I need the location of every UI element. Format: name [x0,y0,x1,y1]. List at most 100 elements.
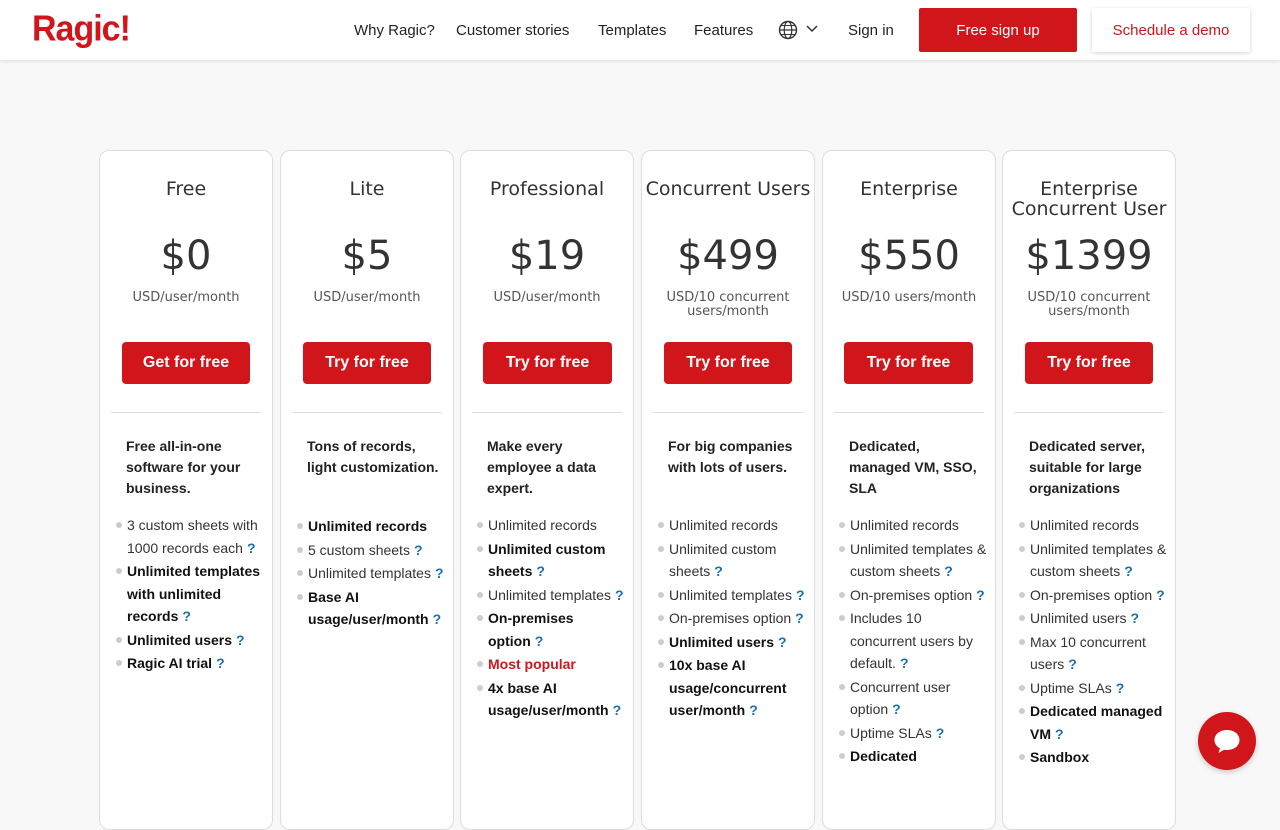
try-for-free-button[interactable]: Try for free [844,342,973,384]
chat-bubble-icon [1214,730,1240,753]
help-question-icon[interactable]: ? [944,563,953,579]
feature-list: Unlimited records Unlimited custom sheets… [477,514,629,723]
feature-text: Unlimited templates [488,586,611,603]
feature-item: Sandbox [1019,746,1171,769]
feature-text: On-premises option [488,610,574,649]
top-navbar: Ragic! Why Ragic? Customer stories Templ… [0,0,1280,60]
help-question-icon[interactable]: ? [247,540,256,556]
free-signup-button[interactable]: Free sign up [919,8,1077,52]
feature-item: Unlimited records [658,514,810,537]
feature-text: Unlimited templates with unlimited recor… [127,563,261,624]
help-question-icon[interactable]: ? [613,702,622,718]
nav-templates[interactable]: Templates [598,0,666,60]
help-question-icon[interactable]: ? [1130,610,1139,626]
feature-list: Unlimited records Unlimited templates & c… [839,514,991,769]
help-question-icon[interactable]: ? [796,587,805,603]
help-question-icon[interactable]: ? [936,725,945,741]
try-for-free-button[interactable]: Try for free [1025,342,1153,384]
help-question-icon[interactable]: ? [1124,563,1133,579]
feature-item: Unlimited records [839,514,991,537]
plan-unit: USD/user/month [493,290,601,305]
feature-item: Dedicated managed VM? [1019,700,1171,745]
feature-text: Unlimited users [127,631,233,648]
feature-item: Unlimited templates & custom sheets? [1019,538,1171,583]
help-question-icon[interactable]: ? [778,634,787,650]
chat-button[interactable] [1198,712,1256,770]
try-for-free-button[interactable]: Try for free [664,342,792,384]
plan-card-lite: Lite $5 USD/user/month Try for free Tons… [280,150,454,830]
feature-item: On-premises option? [658,607,810,630]
feature-item: Unlimited records [1019,514,1171,537]
plan-name: Enterprise [860,178,958,200]
plan-price: $5 [341,233,393,279]
feature-item: Unlimited custom sheets? [477,538,629,583]
schedule-demo-button[interactable]: Schedule a demo [1092,8,1250,52]
feature-text: Unlimited custom sheets [488,540,606,580]
feature-list: Unlimited records 5 custom sheets? Unlimit… [297,515,449,632]
feature-item: 3 custom sheets with 1000 records each? [116,514,268,559]
help-question-icon[interactable]: ? [1156,587,1165,603]
plan-price: $499 [677,233,779,279]
feature-item: On-premises option? [477,607,629,652]
feature-text: Unlimited records [488,517,597,533]
feature-item: 4x base AI usage/user/month? [477,677,629,722]
help-question-icon[interactable]: ? [892,701,901,717]
get-for-free-button[interactable]: Get for free [122,342,250,384]
feature-list: Unlimited records Unlimited templates & c… [1019,514,1171,770]
feature-item: Unlimited templates? [658,584,810,607]
help-question-icon[interactable]: ? [615,587,624,603]
help-question-icon[interactable]: ? [435,565,444,581]
help-question-icon[interactable]: ? [900,655,909,671]
plan-price: $19 [508,233,586,279]
divider [111,412,261,413]
help-question-icon[interactable]: ? [1068,656,1077,672]
feature-text: Unlimited records [1030,517,1139,533]
help-question-icon[interactable]: ? [1055,726,1064,742]
feature-item: On-premises option? [839,584,991,607]
help-question-icon[interactable]: ? [216,655,225,671]
help-question-icon[interactable]: ? [795,610,804,626]
feature-text: Unlimited records [308,518,428,534]
help-question-icon[interactable]: ? [433,611,442,627]
feature-item: Unlimited templates with unlimited recor… [116,560,268,628]
help-question-icon[interactable]: ? [976,587,985,603]
help-question-icon[interactable]: ? [236,632,245,648]
feature-text: Unlimited users [669,633,775,650]
feature-item: Uptime SLAs? [839,722,991,745]
help-question-icon[interactable]: ? [1116,680,1125,696]
globe-icon[interactable] [778,20,798,40]
feature-text: Sandbox [1030,749,1090,765]
feature-text: Unlimited users [1030,610,1127,626]
divider [1014,412,1164,413]
plan-name: Lite [349,178,385,200]
chevron-down-icon[interactable] [806,24,818,34]
feature-text: Uptime SLAs [850,724,932,741]
plan-name: Professional [489,178,605,200]
feature-text: Includes 10 concurrent users by default. [850,610,973,671]
nav-why-ragic[interactable]: Why Ragic? [354,0,435,60]
feature-item: Unlimited users? [116,629,268,652]
ragic-logo[interactable]: Ragic! [32,9,131,50]
feature-item: Unlimited records [297,515,449,538]
help-question-icon[interactable]: ? [182,608,191,624]
help-question-icon[interactable]: ? [749,702,758,718]
feature-text: On-premises option [1030,586,1153,603]
feature-item: Concurrent user option? [839,676,991,721]
try-for-free-button[interactable]: Try for free [303,342,431,384]
nav-features[interactable]: Features [694,0,753,60]
sign-in-link[interactable]: Sign in [848,0,894,60]
plan-price: $0 [160,233,212,279]
plan-description: Dedicated, managed VM, SSO, SLA [849,438,977,496]
plan-unit: USD/user/month [132,290,240,305]
help-question-icon[interactable]: ? [535,633,544,649]
nav-customer-stories[interactable]: Customer stories [456,0,569,60]
help-question-icon[interactable]: ? [714,563,723,579]
help-question-icon[interactable]: ? [536,563,545,579]
try-for-free-button[interactable]: Try for free [483,342,612,384]
plan-card-concurrent-users: Concurrent Users $499 USD/10 concurrent … [641,150,815,830]
feature-text: Most popular [488,656,576,672]
help-question-icon[interactable]: ? [414,542,423,558]
plan-name: Free [165,178,207,200]
feature-item: Max 10 concurrent users? [1019,631,1171,676]
plan-description: Free all-in-one software for your busine… [126,438,241,496]
